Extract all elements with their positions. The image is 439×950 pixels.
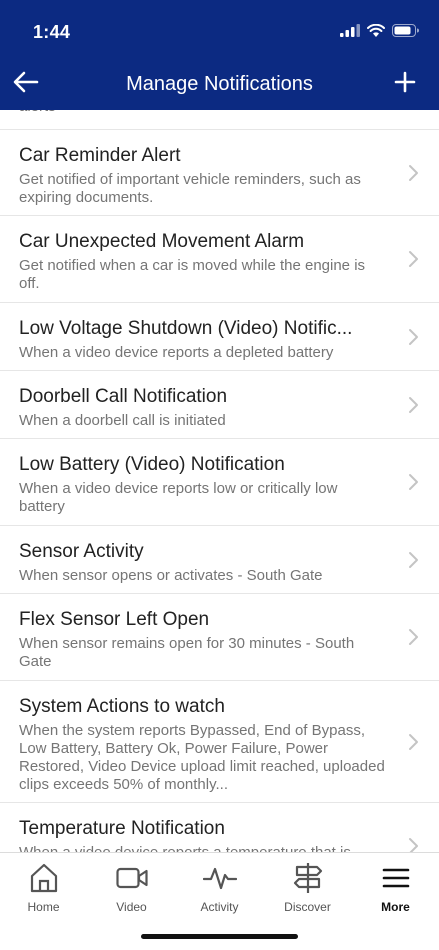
battery-icon: [392, 24, 419, 42]
list-item[interactable]: Temperature Notification When a video de…: [0, 803, 439, 852]
signpost-icon: [264, 861, 351, 895]
list-item-title: Sensor Activity: [19, 541, 144, 562]
status-time: 1:44: [33, 22, 71, 42]
list-item[interactable]: System Actions to watch When the system …: [0, 681, 439, 803]
list-item[interactable]: Sensor Activity When sensor opens or act…: [0, 526, 439, 594]
list-item[interactable]: Car Reminder Alert Get notified of impor…: [0, 130, 439, 216]
chevron-right-icon: [409, 251, 418, 267]
home-icon: [0, 861, 87, 895]
list-item-description: Get notified of important vehicle remind…: [19, 171, 361, 206]
list-item-description: When sensor remains open for 30 minutes …: [19, 635, 355, 670]
list-item-description: When the system reports Bypassed, End of…: [19, 722, 385, 793]
list-item-description: When a video device reports a depleted b…: [19, 344, 334, 361]
list-item-partial[interactable]: alerts: [0, 110, 439, 130]
list-item[interactable]: Doorbell Call Notification When a doorbe…: [0, 371, 439, 439]
app-header: 1:44 Manage Notifications: [0, 0, 439, 110]
tab-label: More: [381, 900, 410, 914]
page-title: Manage Notifications: [126, 73, 313, 95]
tab-more[interactable]: More: [352, 861, 439, 914]
list-item-title: Low Battery (Video) Notification: [19, 454, 285, 475]
tab-label: Discover: [284, 900, 331, 914]
chevron-right-icon: [409, 396, 418, 413]
status-icons: [340, 23, 419, 42]
list-item-title: Flex Sensor Left Open: [19, 609, 210, 630]
list-item[interactable]: Flex Sensor Left Open When sensor remain…: [0, 594, 439, 681]
list-item-title: Low Voltage Shutdown (Video) Notific...: [19, 318, 353, 339]
video-camera-icon: [88, 861, 175, 895]
chevron-right-icon: [409, 629, 418, 645]
list-item-title: Doorbell Call Notification: [19, 386, 228, 407]
nav-bar: Manage Notifications: [0, 60, 439, 110]
list-item-title: Car Unexpected Movement Alarm: [19, 231, 305, 252]
list-item-description: When a video device reports low or criti…: [19, 480, 338, 515]
list-item-description: alerts: [19, 110, 387, 116]
tab-activity[interactable]: Activity: [176, 861, 263, 914]
home-indicator: [141, 934, 298, 939]
activity-pulse-icon: [176, 861, 263, 895]
plus-icon: [394, 71, 416, 98]
notification-list-scroll[interactable]: alerts Car Reminder Alert Get notified o…: [0, 110, 439, 852]
tab-label: Video: [116, 900, 147, 914]
tab-video[interactable]: Video: [88, 861, 175, 914]
chevron-right-icon: [409, 551, 418, 568]
cellular-signal-icon: [340, 24, 360, 42]
list-item-description: When sensor opens or activates - South G…: [19, 567, 323, 584]
tab-discover[interactable]: Discover: [264, 861, 351, 914]
list-item-description: Get notified when a car is moved while t…: [19, 257, 366, 292]
list-item-title: Temperature Notification: [19, 818, 225, 839]
list-item-description: When a doorbell call is initiated: [19, 412, 226, 429]
add-notification-button[interactable]: [389, 68, 421, 100]
notification-list: alerts Car Reminder Alert Get notified o…: [0, 110, 439, 852]
wifi-icon: [367, 23, 385, 42]
tab-label: Home: [27, 900, 60, 914]
list-item-description: When a video device reports a temperatur…: [19, 844, 387, 852]
list-item[interactable]: Low Battery (Video) Notification When a …: [0, 439, 439, 526]
list-item-title: System Actions to watch: [19, 696, 225, 717]
chevron-right-icon: [409, 838, 418, 852]
menu-icon: [352, 861, 439, 895]
chevron-right-icon: [409, 328, 418, 345]
screen: 1:44 Manage Notifications Car Reminder A…: [0, 0, 439, 950]
list-item[interactable]: Low Voltage Shutdown (Video) Notific... …: [0, 303, 439, 371]
chevron-right-icon: [409, 474, 418, 490]
tab-label: Activity: [200, 900, 239, 914]
list-item-title: Car Reminder Alert: [19, 145, 181, 166]
status-bar: 1:44: [0, 0, 439, 60]
chevron-right-icon: [409, 164, 418, 181]
list-item[interactable]: Car Unexpected Movement Alarm Get notifi…: [0, 216, 439, 303]
chevron-right-icon: [409, 733, 418, 750]
tab-home[interactable]: Home: [0, 861, 87, 914]
